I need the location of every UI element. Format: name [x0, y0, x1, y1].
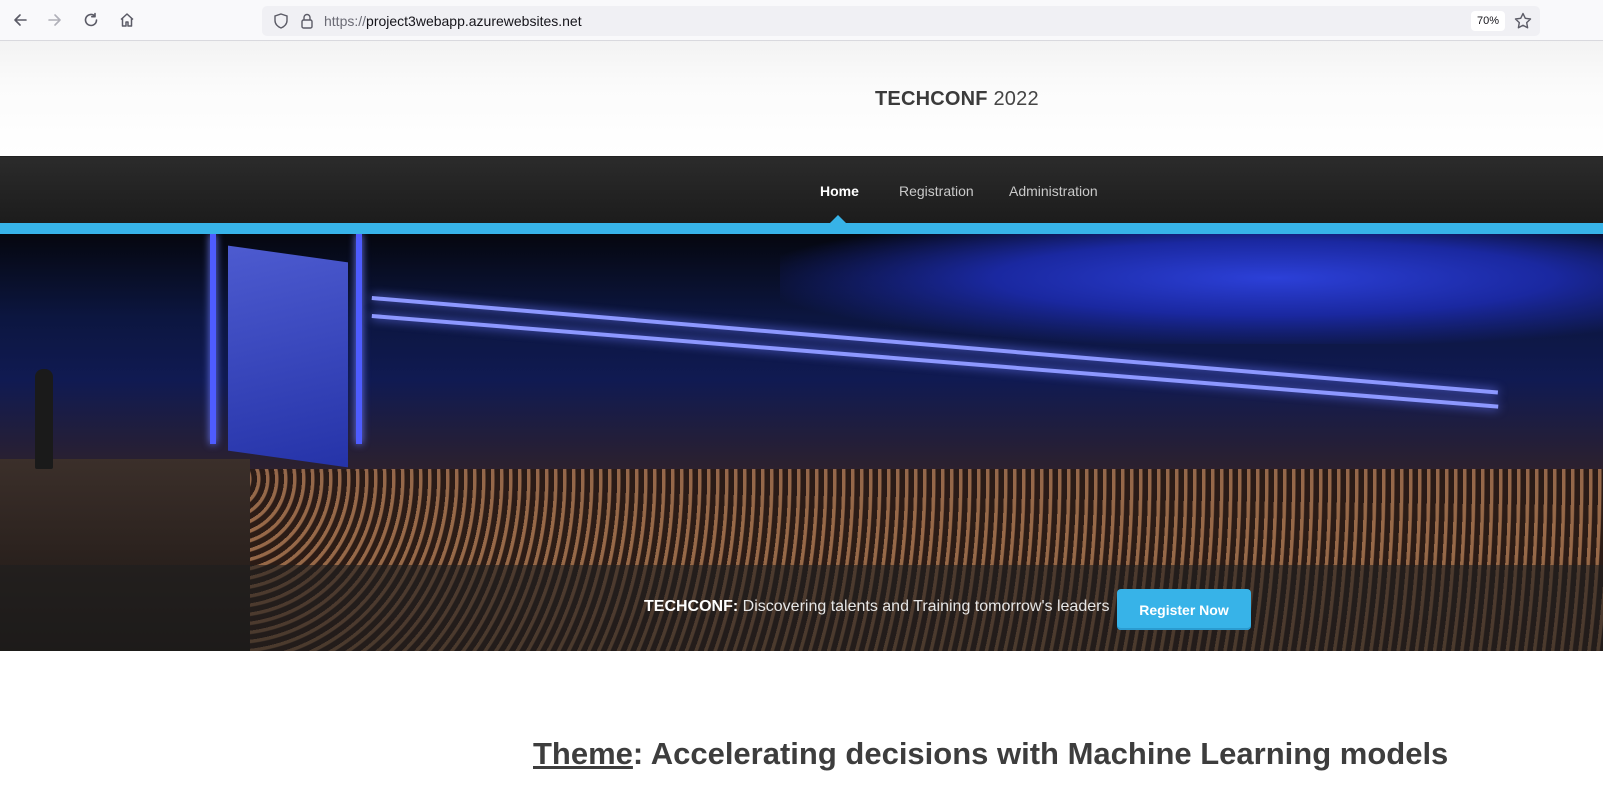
- theme-heading: Theme: Accelerating decisions with Machi…: [533, 736, 1448, 772]
- site-brand[interactable]: TECHCONF 2022: [875, 88, 1039, 111]
- nav-item-administration[interactable]: Administration: [1009, 183, 1098, 199]
- browser-toolbar: https://project3webapp.azurewebsites.net…: [0, 0, 1603, 41]
- reload-icon[interactable]: [78, 7, 104, 33]
- url-scheme: https://: [324, 13, 367, 29]
- url-text[interactable]: https://project3webapp.azurewebsites.net: [324, 13, 582, 29]
- nav-item-home[interactable]: Home: [820, 183, 859, 199]
- url-host: project3webapp.azurewebsites.net: [366, 13, 582, 29]
- tagline-text: Discovering talents and Training tomorro…: [738, 598, 1110, 615]
- nav-accent-stripe: [0, 223, 1603, 234]
- hero-ceiling-lights: [780, 234, 1603, 344]
- url-bar[interactable]: https://project3webapp.azurewebsites.net…: [262, 6, 1540, 36]
- theme-text: : Accelerating decisions with Machine Le…: [632, 736, 1449, 771]
- shield-icon[interactable]: [272, 12, 290, 30]
- zoom-level-badge[interactable]: 70%: [1471, 11, 1506, 31]
- back-arrow-icon[interactable]: [7, 7, 33, 33]
- register-now-button[interactable]: Register Now: [1117, 589, 1251, 630]
- lock-icon[interactable]: [298, 12, 316, 30]
- hero-speaker-figure: [35, 369, 53, 469]
- home-icon[interactable]: [114, 7, 140, 33]
- active-nav-indicator: [830, 215, 846, 223]
- hero-tagline: TECHCONF: Discovering talents and Traini…: [644, 598, 1109, 616]
- brand-year: 2022: [993, 88, 1039, 110]
- hero-projection-screen: [228, 245, 348, 468]
- star-icon[interactable]: [1513, 11, 1533, 31]
- main-nav: Home Registration Administration: [0, 157, 1603, 223]
- hero-banner: TECHCONF: Discovering talents and Traini…: [0, 234, 1603, 651]
- forward-arrow-icon[interactable]: [42, 7, 68, 33]
- hero-light-pillar: [356, 234, 362, 444]
- hero-light-pillar: [210, 234, 216, 444]
- theme-label: Theme: [533, 736, 633, 771]
- tagline-brand: TECHCONF:: [644, 598, 739, 615]
- brand-name: TECHCONF: [875, 88, 988, 110]
- site-header: TECHCONF 2022: [0, 41, 1603, 157]
- nav-item-registration[interactable]: Registration: [899, 183, 974, 199]
